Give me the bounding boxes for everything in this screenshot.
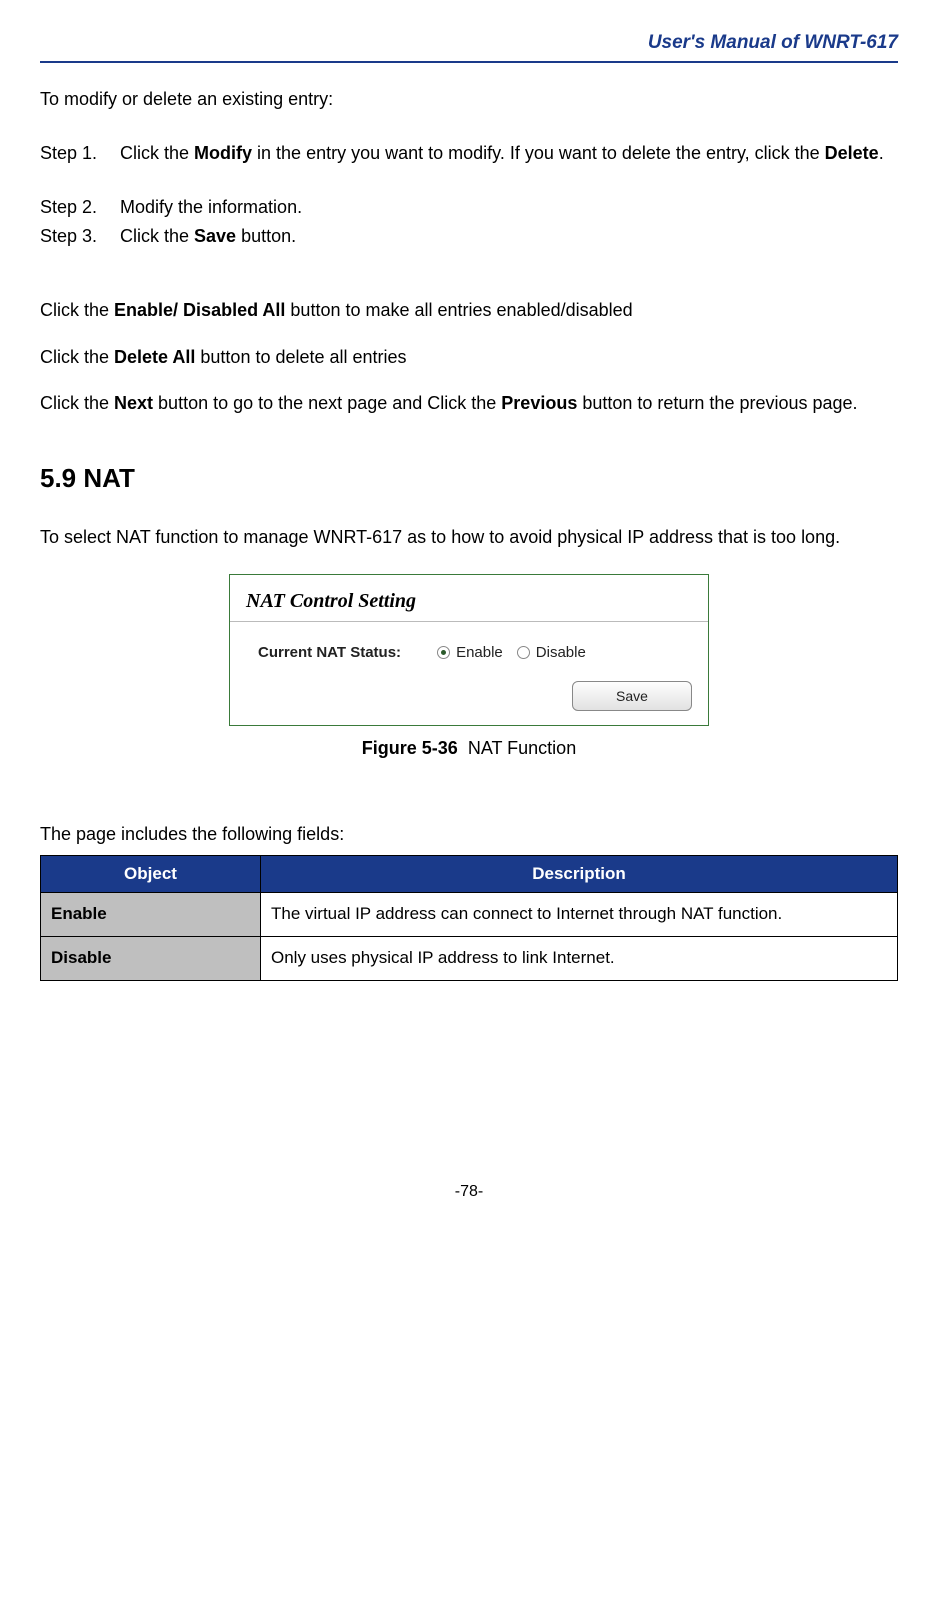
bold-modify: Modify bbox=[194, 143, 252, 163]
intro-text: To modify or delete an existing entry: bbox=[40, 87, 898, 112]
text: . bbox=[879, 143, 884, 163]
step-3: Step 3. Click the Save button. bbox=[40, 224, 898, 249]
nat-panel-wrap: NAT Control Setting Current NAT Status: … bbox=[40, 574, 898, 726]
page-number: -78- bbox=[40, 1181, 898, 1203]
note-pagination: Click the Next button to go to the next … bbox=[40, 386, 898, 420]
text: Modify the information. bbox=[120, 197, 302, 217]
text: button. bbox=[236, 226, 296, 246]
fields-intro: The page includes the following fields: bbox=[40, 822, 898, 847]
figure-text: NAT Function bbox=[468, 738, 576, 758]
bold-delete: Delete bbox=[825, 143, 879, 163]
cell-description: Only uses physical IP address to link In… bbox=[261, 936, 898, 980]
nat-control-panel: NAT Control Setting Current NAT Status: … bbox=[229, 574, 709, 726]
text: button to make all entries enabled/disab… bbox=[285, 300, 632, 320]
radio-disable[interactable]: Disable bbox=[517, 642, 586, 663]
radio-enable[interactable]: Enable bbox=[437, 642, 503, 663]
note-enable-all: Click the Enable/ Disabled All button to… bbox=[40, 293, 898, 327]
header-object: Object bbox=[41, 855, 261, 892]
text: Click the bbox=[120, 143, 194, 163]
panel-title: NAT Control Setting bbox=[230, 575, 708, 619]
step-content: Click the Modify in the entry you want t… bbox=[120, 132, 898, 175]
cell-description: The virtual IP address can connect to In… bbox=[261, 892, 898, 936]
document-header-title: User's Manual of WNRT-617 bbox=[40, 30, 898, 61]
text: button to return the previous page. bbox=[577, 393, 857, 413]
radio-disable-label: Disable bbox=[536, 642, 586, 663]
step-content: Modify the information. bbox=[120, 195, 898, 220]
text: button to delete all entries bbox=[195, 347, 406, 367]
nat-status-label: Current NAT Status: bbox=[258, 642, 401, 663]
text: Click the bbox=[40, 347, 114, 367]
bold-save: Save bbox=[194, 226, 236, 246]
figure-label: Figure 5-36 bbox=[362, 738, 458, 758]
text: Click the bbox=[120, 226, 194, 246]
step-label: Step 3. bbox=[40, 224, 120, 249]
bold-previous: Previous bbox=[501, 393, 577, 413]
radio-icon bbox=[437, 646, 450, 659]
step-content: Click the Save button. bbox=[120, 224, 898, 249]
bold-delete-all: Delete All bbox=[114, 347, 195, 367]
step-1: Step 1. Click the Modify in the entry yo… bbox=[40, 132, 898, 175]
figure-caption: Figure 5-36 NAT Function bbox=[40, 736, 898, 761]
section-heading-nat: 5.9 NAT bbox=[40, 460, 898, 496]
save-row: Save bbox=[230, 681, 708, 725]
radio-enable-label: Enable bbox=[456, 642, 503, 663]
cell-object: Disable bbox=[41, 936, 261, 980]
step-label: Step 1. bbox=[40, 132, 120, 175]
table-row: Disable Only uses physical IP address to… bbox=[41, 936, 898, 980]
note-delete-all: Click the Delete All button to delete al… bbox=[40, 340, 898, 374]
text: button to go to the next page and Click … bbox=[153, 393, 501, 413]
bold-enable-all: Enable/ Disabled All bbox=[114, 300, 285, 320]
fields-table: Object Description Enable The virtual IP… bbox=[40, 855, 898, 981]
table-row: Enable The virtual IP address can connec… bbox=[41, 892, 898, 936]
cell-object: Enable bbox=[41, 892, 261, 936]
header-description: Description bbox=[261, 855, 898, 892]
step-label: Step 2. bbox=[40, 195, 120, 220]
panel-rule bbox=[230, 621, 708, 622]
text: in the entry you want to modify. If you … bbox=[252, 143, 825, 163]
text: Click the bbox=[40, 393, 114, 413]
radio-dot-icon bbox=[441, 650, 446, 655]
bold-next: Next bbox=[114, 393, 153, 413]
table-header-row: Object Description bbox=[41, 855, 898, 892]
radio-icon bbox=[517, 646, 530, 659]
nat-status-row: Current NAT Status: Enable Disable bbox=[230, 636, 708, 681]
step-2: Step 2. Modify the information. bbox=[40, 195, 898, 220]
header-rule bbox=[40, 61, 898, 63]
section-description: To select NAT function to manage WNRT-61… bbox=[40, 520, 898, 554]
text: Click the bbox=[40, 300, 114, 320]
save-button[interactable]: Save bbox=[572, 681, 692, 711]
